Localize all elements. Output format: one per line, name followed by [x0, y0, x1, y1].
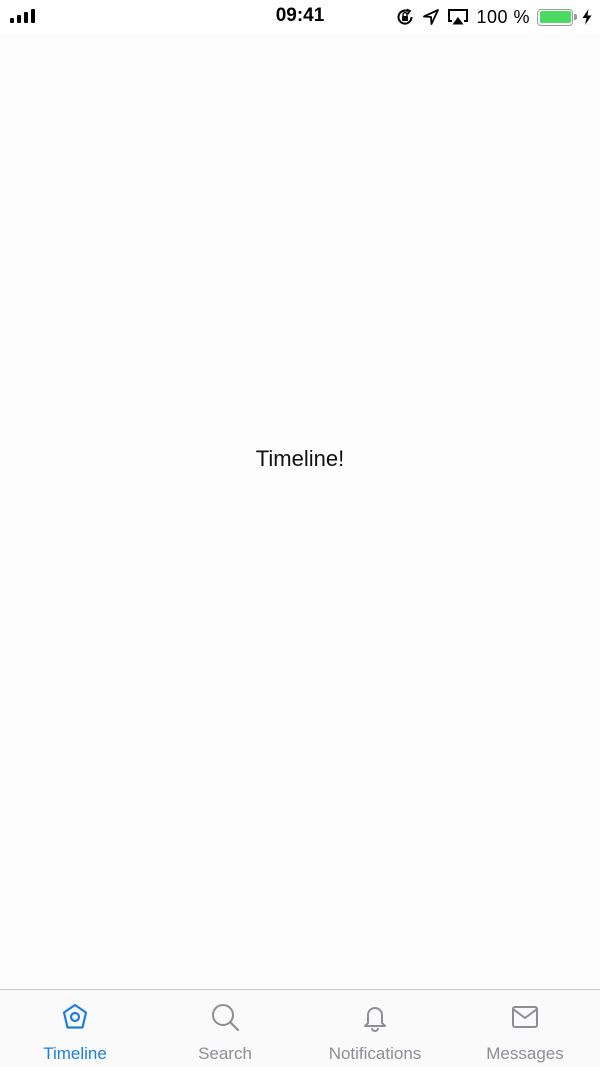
- bell-icon: [360, 1002, 390, 1032]
- battery-percentage: 100 %: [476, 6, 530, 27]
- home-icon: [60, 1002, 90, 1032]
- tab-messages[interactable]: Messages: [450, 990, 600, 1067]
- tab-notifications[interactable]: Notifications: [300, 990, 450, 1067]
- timeline-message: Timeline!: [255, 446, 345, 471]
- mail-icon: [510, 1002, 540, 1032]
- battery-icon: [537, 8, 577, 26]
- tab-label-messages: Messages: [486, 1044, 564, 1063]
- tab-search[interactable]: Search: [150, 990, 300, 1067]
- location-icon: [422, 8, 440, 26]
- timeline-content: [0, 34, 600, 989]
- status-right-group: 100 %: [395, 5, 592, 29]
- tab-label-search: Search: [198, 1044, 252, 1063]
- tab-timeline[interactable]: Timeline: [0, 990, 150, 1067]
- battery-fill: [539, 11, 571, 23]
- tab-bar: Timeline Search Notifications Messages: [0, 989, 600, 1067]
- airplay-icon: [447, 8, 469, 26]
- tab-label-notifications: Notifications: [328, 1044, 422, 1063]
- status-bar: 09:41 100 %: [0, 0, 600, 34]
- charging-icon: [582, 9, 592, 25]
- orientation-lock-icon: [395, 7, 415, 27]
- search-icon: [210, 1002, 240, 1032]
- tab-label-timeline: Timeline: [43, 1044, 107, 1063]
- app-screen: 09:41 100 % Timeline! Timeline Search No…: [0, 0, 600, 1067]
